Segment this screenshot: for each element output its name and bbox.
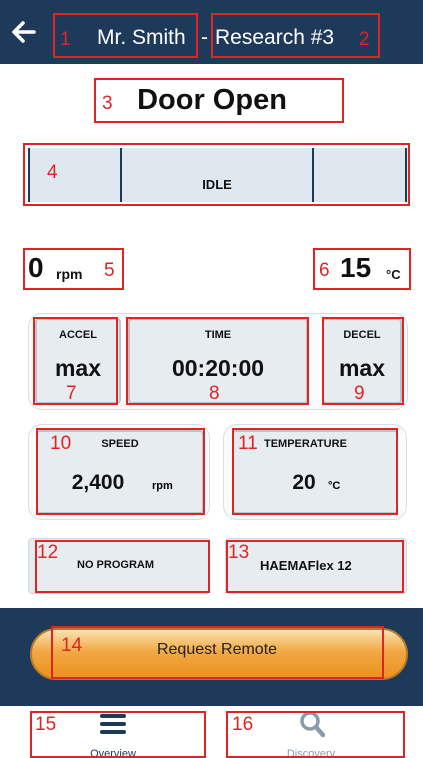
annotation-box [30,711,206,758]
annotation-number: 5 [104,260,115,281]
annotation-box [51,626,384,679]
annotation-box [23,143,410,206]
annotation-box [94,78,344,123]
annotation-number: 15 [35,714,57,735]
annotation-number: 4 [47,162,58,183]
annotation-number: 14 [61,635,83,656]
annotation-number: 10 [50,433,72,454]
annotation-number: 9 [354,383,365,404]
annotation-box [53,13,198,58]
annotation-box [226,540,404,593]
annotation-number: 7 [66,383,77,404]
annotation-number: 13 [228,542,250,563]
annotation-number: 6 [319,260,330,281]
annotation-number: 16 [232,714,254,735]
annotation-number: 8 [209,383,220,404]
annotation-number: 3 [102,93,113,114]
annotation-number: 12 [37,542,59,563]
annotation-number: 2 [359,29,370,50]
title-separator: - [201,26,208,49]
app-screen: Mr. Smith - Research #3 Door Open IDLE 0… [0,0,423,758]
annotation-box [211,13,380,58]
back-arrow-icon[interactable] [10,20,36,44]
annotation-number: 1 [60,29,71,50]
annotation-number: 11 [238,433,258,454]
annotation-box [35,540,210,593]
